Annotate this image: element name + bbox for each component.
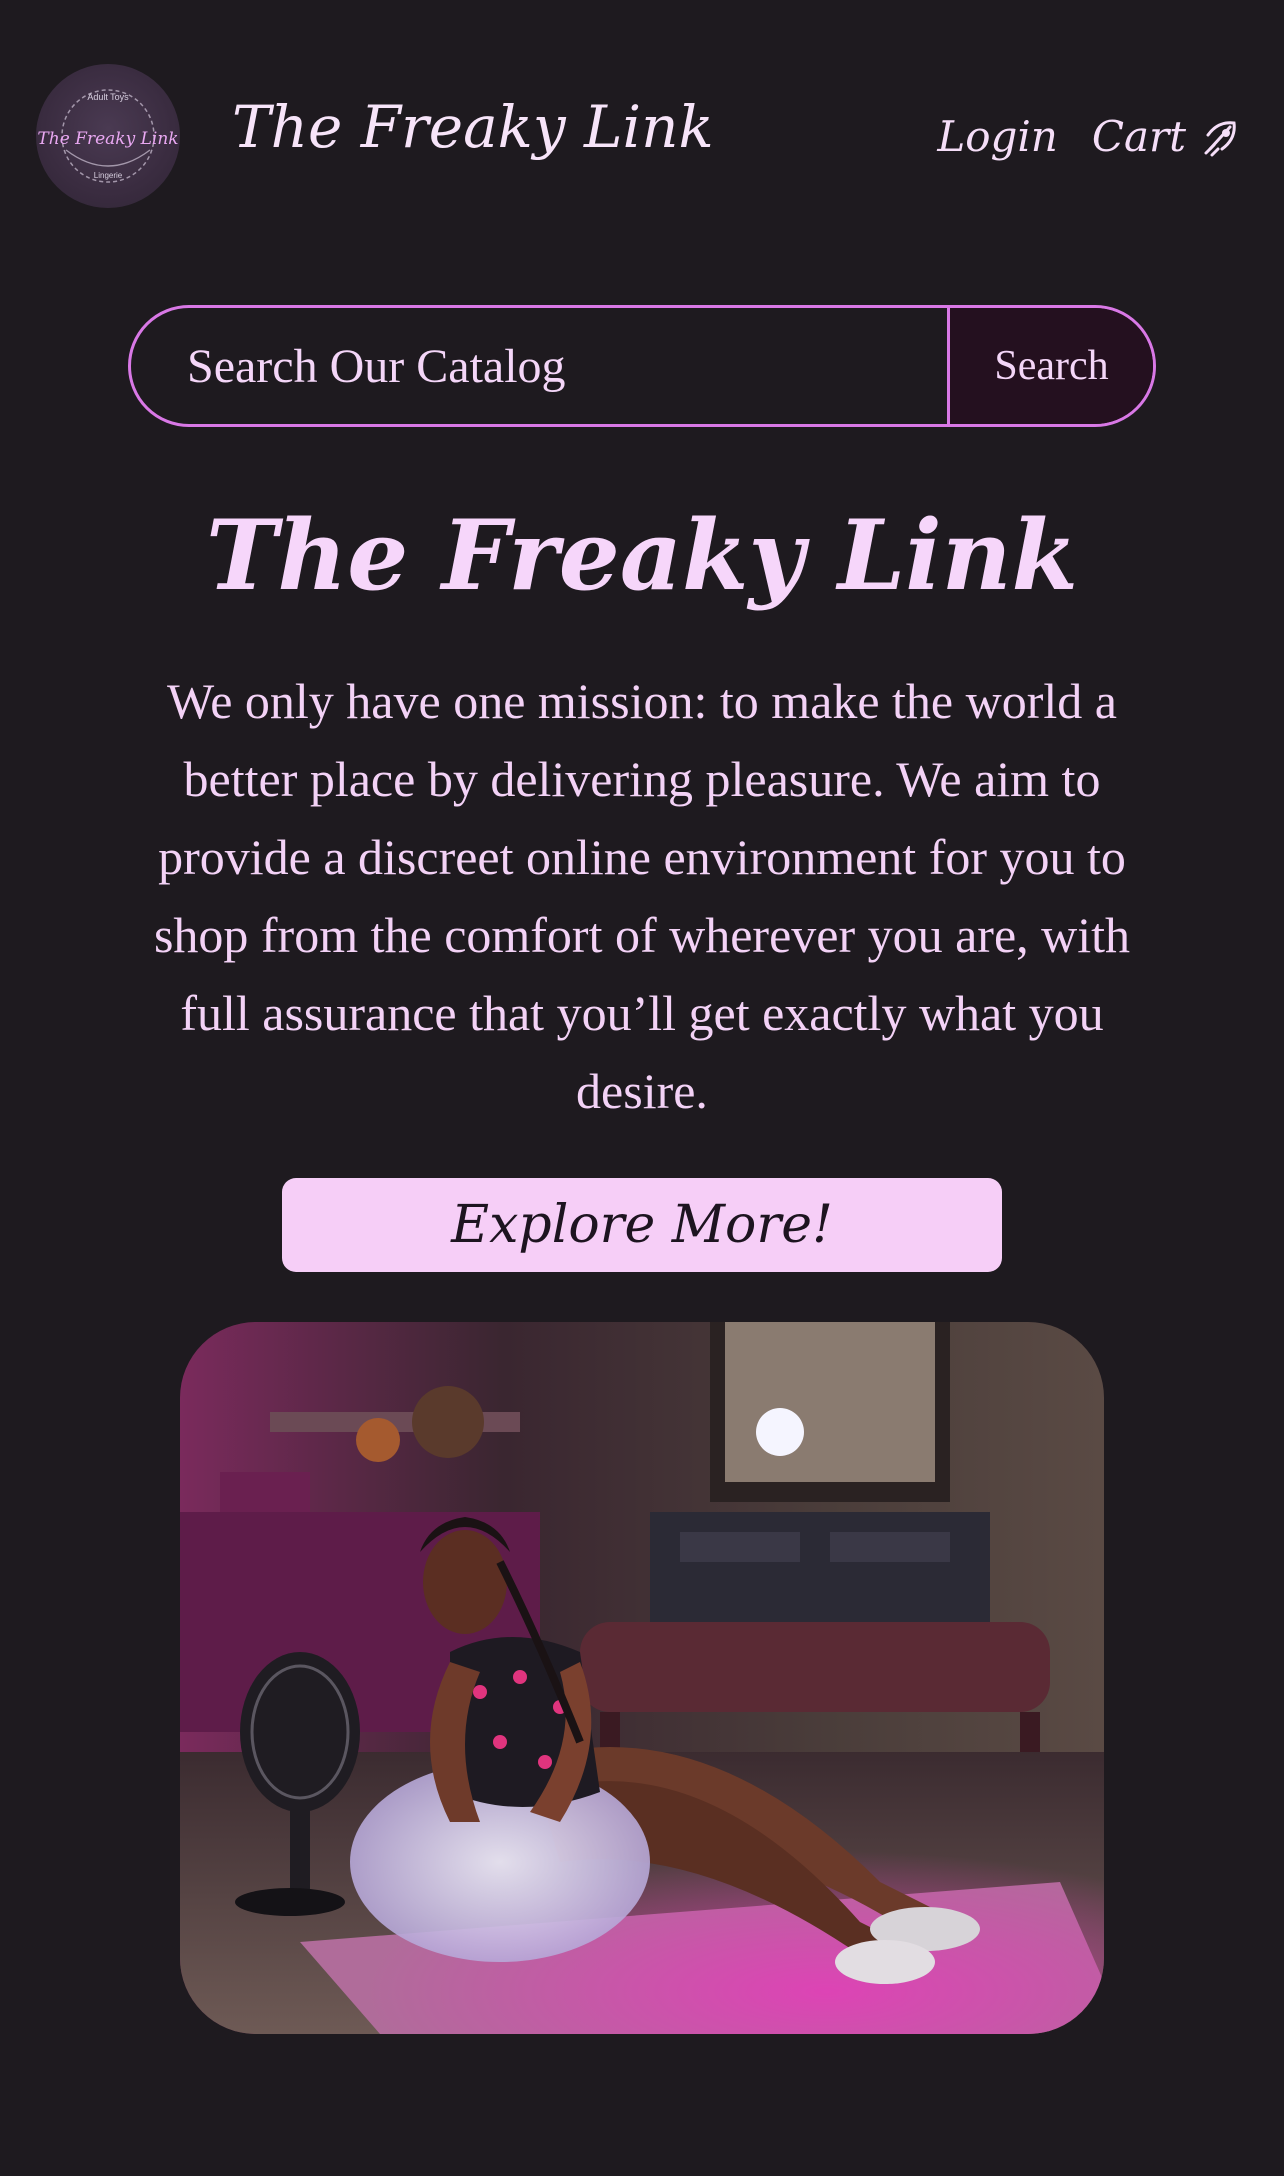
explore-more-button[interactable]: Explore More! — [282, 1178, 1002, 1272]
hero-title: The Freaky Link — [205, 499, 1079, 612]
cart-link[interactable]: Cart — [1092, 112, 1244, 161]
hero-photo — [180, 1322, 1104, 2034]
catalog-search-input[interactable] — [131, 308, 947, 424]
search-button[interactable]: Search — [947, 308, 1153, 424]
boudoir-photo-image — [180, 1322, 1104, 2034]
mission-statement: We only have one mission: to make the wo… — [153, 673, 1131, 1119]
cart-rocket-icon — [1204, 120, 1236, 156]
svg-text:Lingerie: Lingerie — [94, 171, 123, 180]
site-header: Adult Toys The Freaky Link Lingerie The … — [0, 0, 1284, 280]
logo-emblem-icon: Adult Toys The Freaky Link Lingerie — [37, 89, 179, 183]
header-nav: Login Cart — [937, 112, 1244, 161]
login-link[interactable]: Login — [937, 112, 1058, 161]
brand-name[interactable]: The Freaky Link — [232, 98, 714, 156]
catalog-search-form: Search — [128, 305, 1156, 427]
svg-text:The Freaky Link: The Freaky Link — [37, 129, 178, 149]
brand-logo[interactable]: Adult Toys The Freaky Link Lingerie — [36, 64, 180, 208]
cart-label: Cart — [1091, 112, 1186, 161]
svg-text:Adult Toys: Adult Toys — [87, 92, 129, 102]
